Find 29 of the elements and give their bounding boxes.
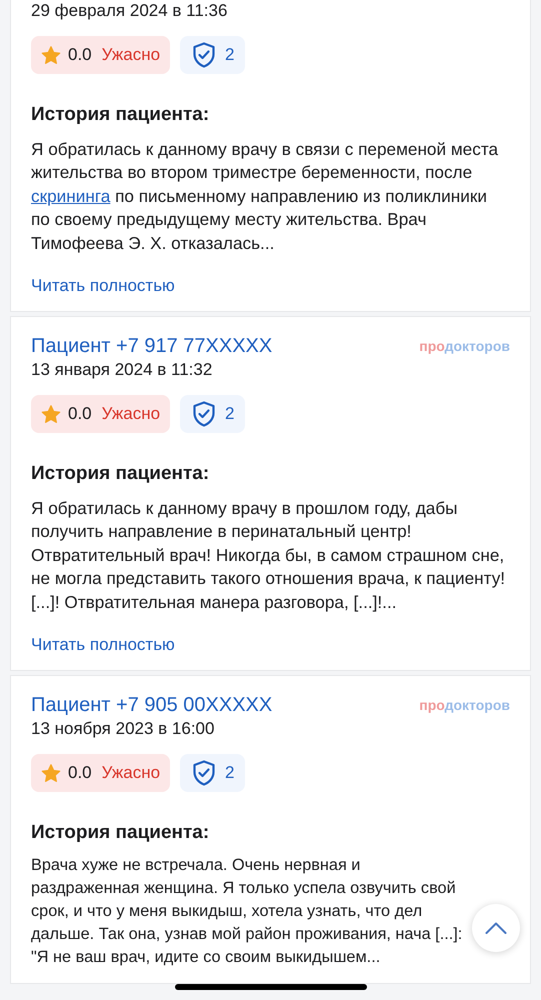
logo: продокторов: [419, 697, 510, 714]
star-icon: [41, 46, 61, 64]
shield-check-icon: [192, 760, 216, 786]
verified-badge: 2: [180, 395, 245, 434]
story-text: Врача хуже не встречала. Очень нервная и раздраженная женщина. Я только успела озвучить свой срок, и что у меня выкидыш, хотела узнать, что дел дальше. Так она, узнав мой район проживания, нача [...]: "Я не ваш врач, идите со своим выкидышем...: [31, 855, 464, 968]
story-text: Я обратилась к данному врачу в прошлом году, дабы получить направление в перинатальный центр! Отвратительный врач! Никогда бы, в самом страшном сне, не могла представить такого отношения врача, к пациенту! [...]! Отвратительная манера разговора, [...]!...: [31, 497, 506, 614]
star-icon: [41, 404, 61, 424]
story-text: Я обратилась к данному врачу в связи с переменой места жительства во втором триместре беременности, после скрининга по письменному направлению из поликлиники по своему предыдущему месту жительства. Врач Тимофеева Э. Х. отказалась...: [31, 138, 500, 255]
review-date: 29 февраля 2024 в 11:36: [31, 0, 228, 22]
rating-badge: 0.0 Ужасно: [31, 36, 170, 74]
review-date: 13 ноября 2023 в 16:00: [31, 718, 216, 740]
rating-badge: 0.0 Ужасно: [31, 395, 170, 434]
verified-badge: 2: [180, 754, 245, 792]
screening-link[interactable]: скрининга: [31, 186, 110, 206]
patient-name[interactable]: Пациент +7 917 77XXXXX: [31, 333, 272, 360]
logo: продокторов: [419, 338, 510, 354]
story-heading: История пациента:: [31, 821, 210, 846]
read-more-link[interactable]: Читать полностью: [31, 275, 175, 298]
shield-check-icon: [192, 401, 216, 428]
patient-name[interactable]: Пациент +7 905 00XXXXX: [31, 692, 272, 718]
star-icon: [41, 764, 61, 783]
verified-badge: 2: [180, 36, 245, 74]
rating-badge: 0.0 Ужасно: [31, 754, 170, 792]
story-heading: История пациента:: [31, 103, 210, 127]
read-more-link[interactable]: Читать полностью: [31, 634, 175, 656]
review-date: 13 января 2024 в 11:32: [31, 359, 214, 382]
chevron-up-icon: [485, 922, 507, 934]
shield-check-icon: [192, 42, 216, 68]
story-heading: История пациента:: [31, 462, 210, 486]
